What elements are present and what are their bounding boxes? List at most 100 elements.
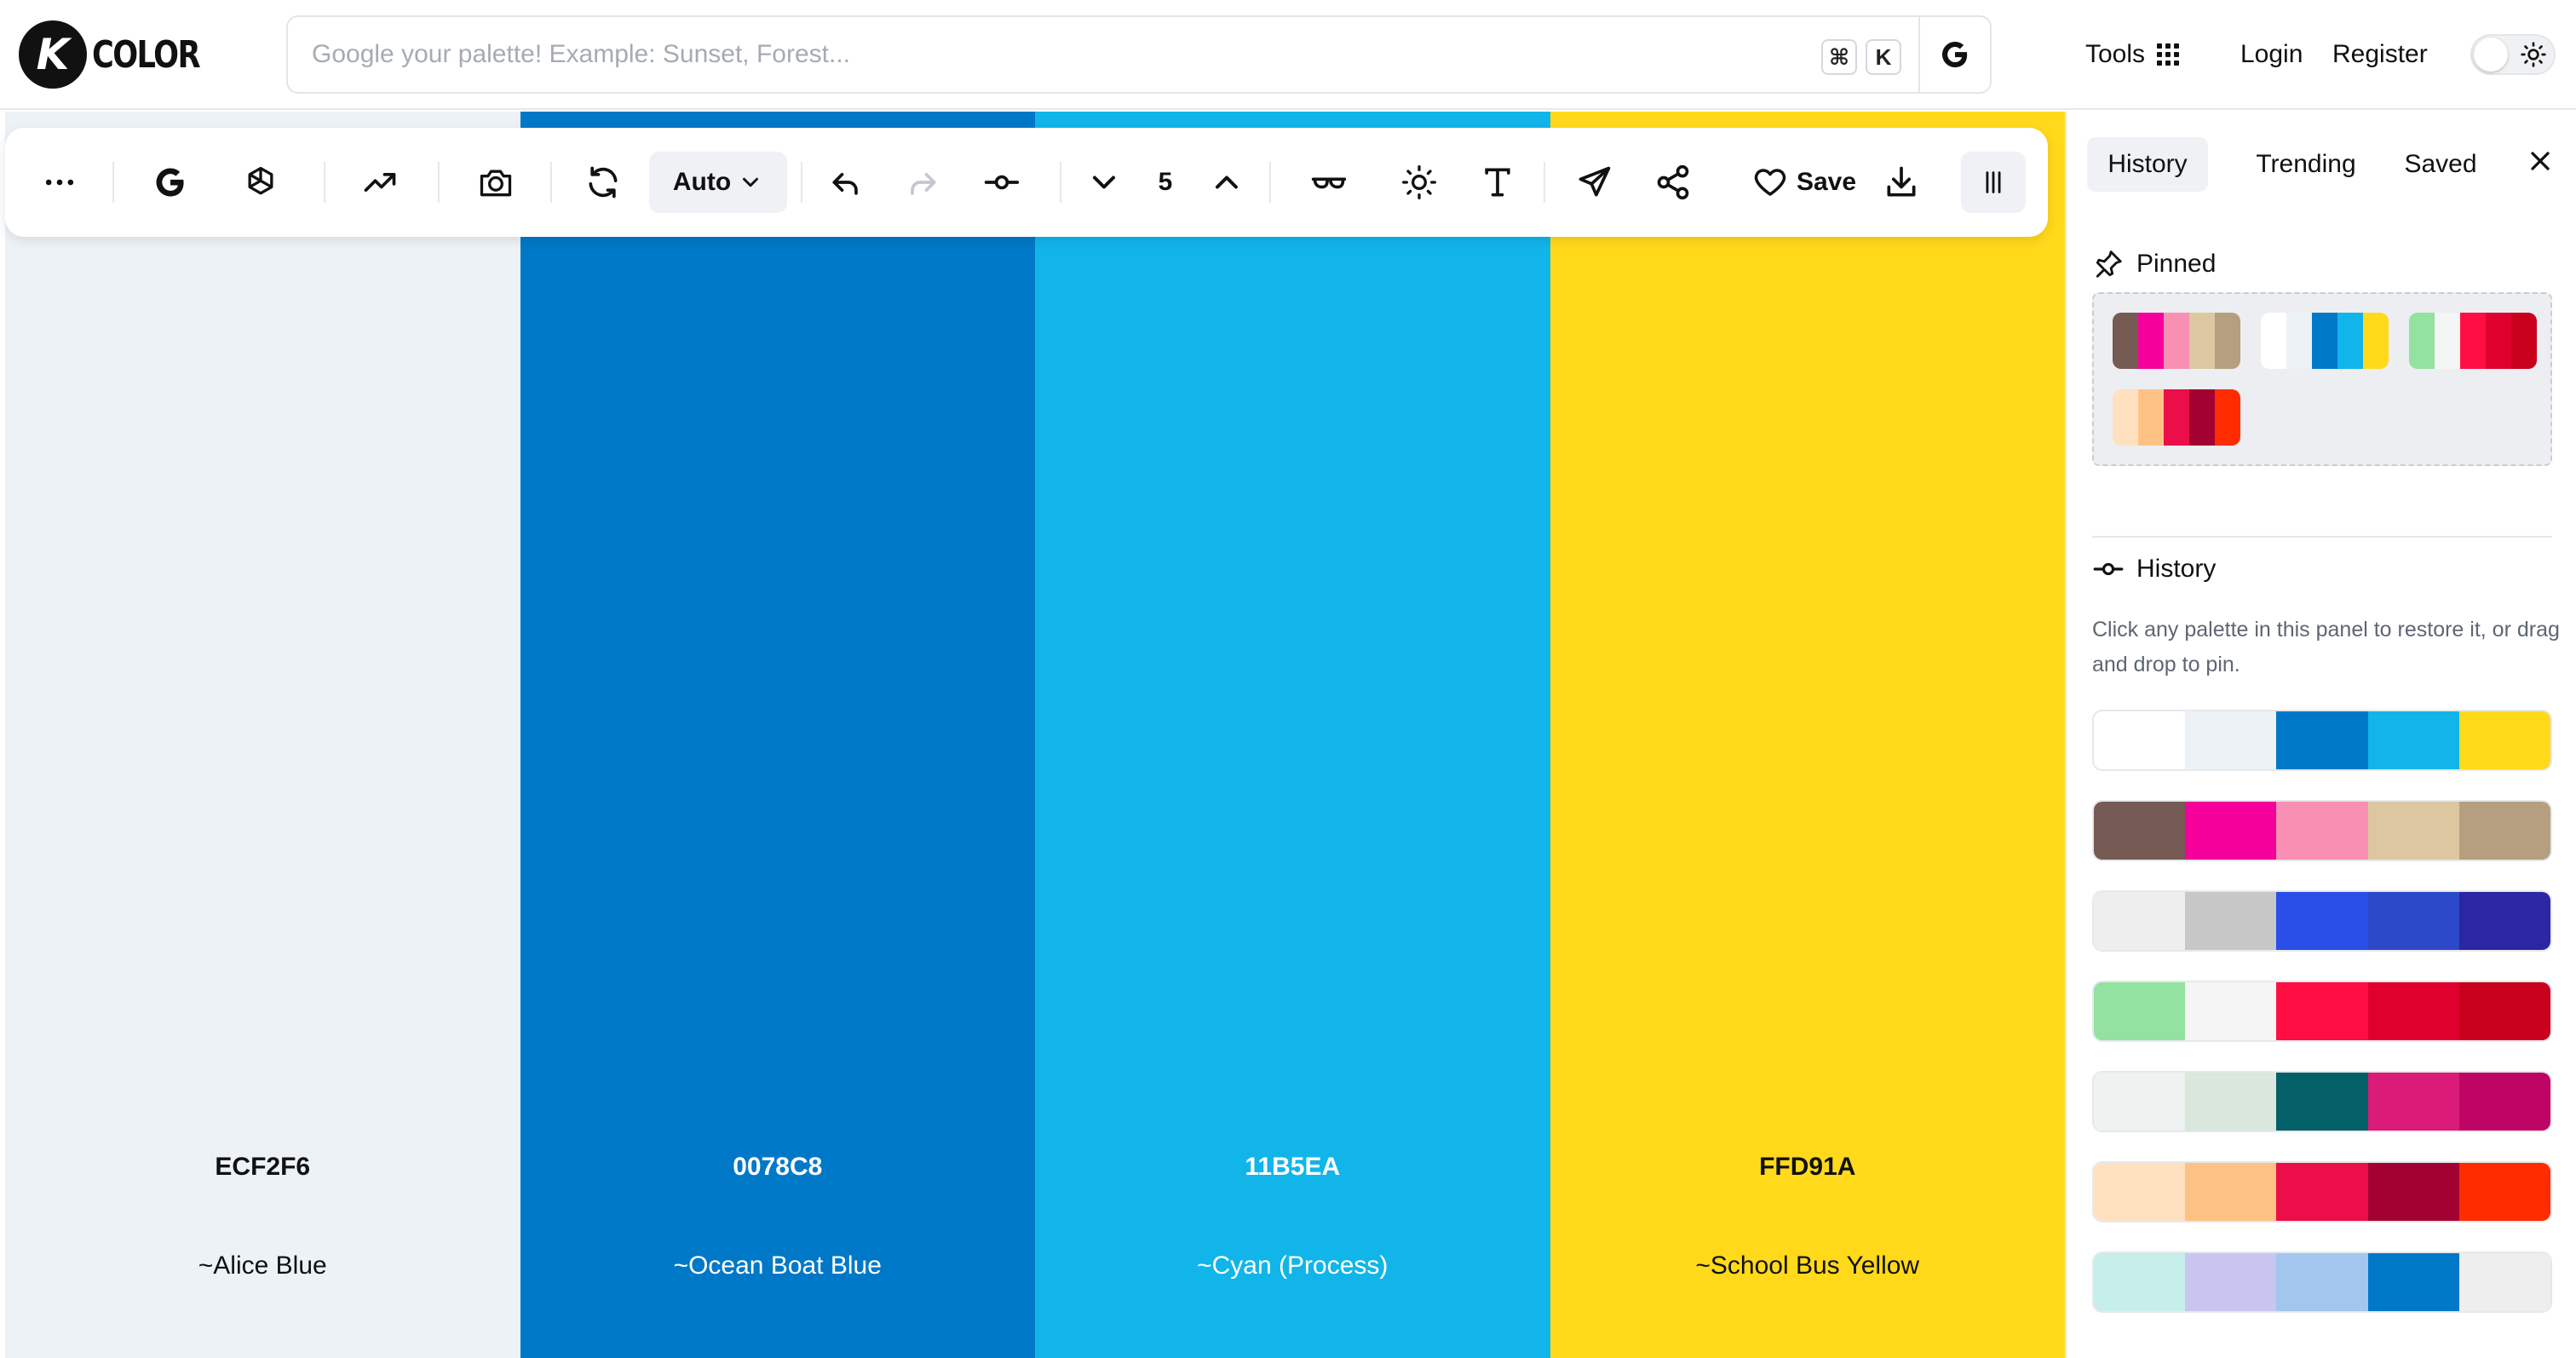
google-search-button[interactable] — [1918, 17, 1990, 92]
palette-color-chip — [2458, 711, 2550, 769]
pinned-dropzone[interactable] — [2092, 292, 2552, 466]
palette-color-chip — [2138, 313, 2164, 369]
save-button[interactable]: Save — [1729, 152, 1879, 213]
image-extract-button[interactable] — [470, 157, 521, 208]
pinned-palette-2[interactable] — [2261, 313, 2389, 369]
share-button[interactable] — [1647, 157, 1699, 208]
palette-color-chip — [2094, 892, 2186, 950]
pin-icon — [2096, 250, 2122, 278]
pinned-palette-1[interactable] — [2113, 313, 2240, 369]
palette-color-chip — [2094, 1073, 2186, 1131]
color-swatch-4[interactable]: FFD91A ~School Bus Yellow — [1550, 112, 2066, 1358]
top-header: K COLOR ⌘ K Tools Login Register — [0, 0, 2576, 110]
decrease-colors-button[interactable] — [1078, 157, 1130, 208]
google-icon — [1942, 42, 1968, 67]
trending-button[interactable] — [354, 157, 405, 208]
font-preview-button[interactable] — [1472, 157, 1523, 208]
palette-color-chip — [2185, 711, 2277, 769]
divider — [2092, 536, 2552, 538]
commit-icon — [2093, 562, 2124, 576]
palette-color-chip — [2312, 313, 2337, 369]
swatch-hex[interactable]: 11B5EA — [1035, 1153, 1550, 1182]
undo-icon — [832, 173, 858, 195]
palette-color-chip — [2276, 1073, 2368, 1131]
palette-color-chip — [2185, 1073, 2277, 1131]
tab-trending[interactable]: Trending — [2225, 137, 2387, 192]
glasses-icon — [1311, 177, 1347, 189]
pinned-palette-4[interactable] — [2113, 389, 2240, 446]
text-icon — [1485, 168, 1510, 197]
commit-icon — [984, 175, 1020, 190]
history-label: History — [2136, 555, 2217, 583]
openai-icon — [248, 166, 273, 195]
palette-color-chip — [2276, 1253, 2368, 1311]
history-palette-7[interactable] — [2092, 1252, 2552, 1313]
tab-history[interactable]: History — [2087, 137, 2208, 192]
palette-color-chip — [2185, 982, 2277, 1040]
tools-menu[interactable]: Tools — [2085, 15, 2180, 94]
ai-generate-button[interactable] — [235, 157, 286, 208]
redo-icon — [911, 173, 936, 195]
pinned-palette-3[interactable] — [2409, 313, 2537, 369]
history-palette-6[interactable] — [2092, 1161, 2552, 1223]
sun-icon — [1402, 165, 1436, 199]
toggle-sidebar-button[interactable] — [1961, 152, 2026, 213]
palette-color-chip — [2367, 711, 2459, 769]
palette-color-chip — [2435, 313, 2460, 369]
history-palette-4[interactable] — [2092, 981, 2552, 1042]
swatch-color-name: ~School Bus Yellow — [1695, 1252, 1920, 1280]
more-button[interactable] — [34, 157, 85, 208]
palette-color-chip — [2261, 313, 2286, 369]
undo-button[interactable] — [821, 157, 872, 208]
palette-color-chip — [2094, 802, 2186, 860]
brightness-button[interactable] — [1394, 157, 1445, 208]
color-swatch-2[interactable]: 0078C8 ~Ocean Boat Blue — [520, 112, 1036, 1358]
logo[interactable]: K COLOR — [19, 20, 226, 89]
share-icon — [1657, 164, 1689, 200]
tab-saved[interactable]: Saved — [2377, 137, 2504, 192]
login-link[interactable]: Login — [2240, 15, 2303, 94]
send-icon — [1578, 166, 1611, 197]
pinned-label: Pinned — [2136, 250, 2217, 278]
swatch-color-name: ~Ocean Boat Blue — [673, 1252, 882, 1280]
color-blindness-button[interactable] — [1303, 157, 1354, 208]
palette-color-chip — [2286, 313, 2312, 369]
swatch-hex[interactable]: FFD91A — [1550, 1153, 2066, 1182]
google-icon — [156, 168, 184, 197]
history-description: Click any palette in this panel to resto… — [2092, 618, 2560, 676]
palette-color-chip — [2138, 389, 2164, 446]
history-palette-2[interactable] — [2092, 800, 2552, 861]
history-palette-5[interactable] — [2092, 1071, 2552, 1132]
palette-color-chip — [2094, 982, 2186, 1040]
mode-dropdown[interactable]: Auto — [649, 152, 787, 213]
palette-color-chip — [2460, 313, 2486, 369]
history-palette-1[interactable] — [2092, 710, 2552, 771]
search-bar: ⌘ K — [286, 15, 1992, 94]
palette-color-chip — [2363, 313, 2389, 369]
color-swatch-1[interactable]: ECF2F6 ~Alice Blue — [5, 112, 520, 1358]
swatch-hex[interactable]: ECF2F6 — [5, 1153, 520, 1182]
palette-color-chip — [2276, 982, 2368, 1040]
register-link[interactable]: Register — [2332, 15, 2428, 94]
close-sidebar-button[interactable] — [2515, 135, 2566, 187]
palette-color-chip — [2486, 313, 2511, 369]
mode-label: Auto — [672, 168, 732, 196]
history-button[interactable] — [976, 157, 1027, 208]
theme-toggle[interactable] — [2470, 34, 2556, 75]
chevron-down-icon — [743, 177, 759, 187]
increase-colors-button[interactable] — [1201, 157, 1252, 208]
redo-button[interactable] — [896, 157, 947, 208]
palette-color-chip — [2367, 982, 2459, 1040]
refresh-icon — [589, 166, 618, 199]
swatch-hex[interactable]: 0078C8 — [520, 1153, 1036, 1182]
history-palette-3[interactable] — [2092, 890, 2552, 952]
palette-color-chip — [2185, 1163, 2277, 1221]
palette-color-chip — [2094, 1253, 2186, 1311]
palette-color-chip — [2458, 802, 2550, 860]
palette-search-input[interactable] — [312, 17, 1803, 92]
download-button[interactable] — [1876, 157, 1927, 208]
color-swatch-3[interactable]: 11B5EA ~Cyan (Process) — [1035, 112, 1550, 1358]
send-button[interactable] — [1569, 157, 1620, 208]
regenerate-button[interactable] — [578, 157, 629, 208]
google-generate-button[interactable] — [145, 157, 196, 208]
